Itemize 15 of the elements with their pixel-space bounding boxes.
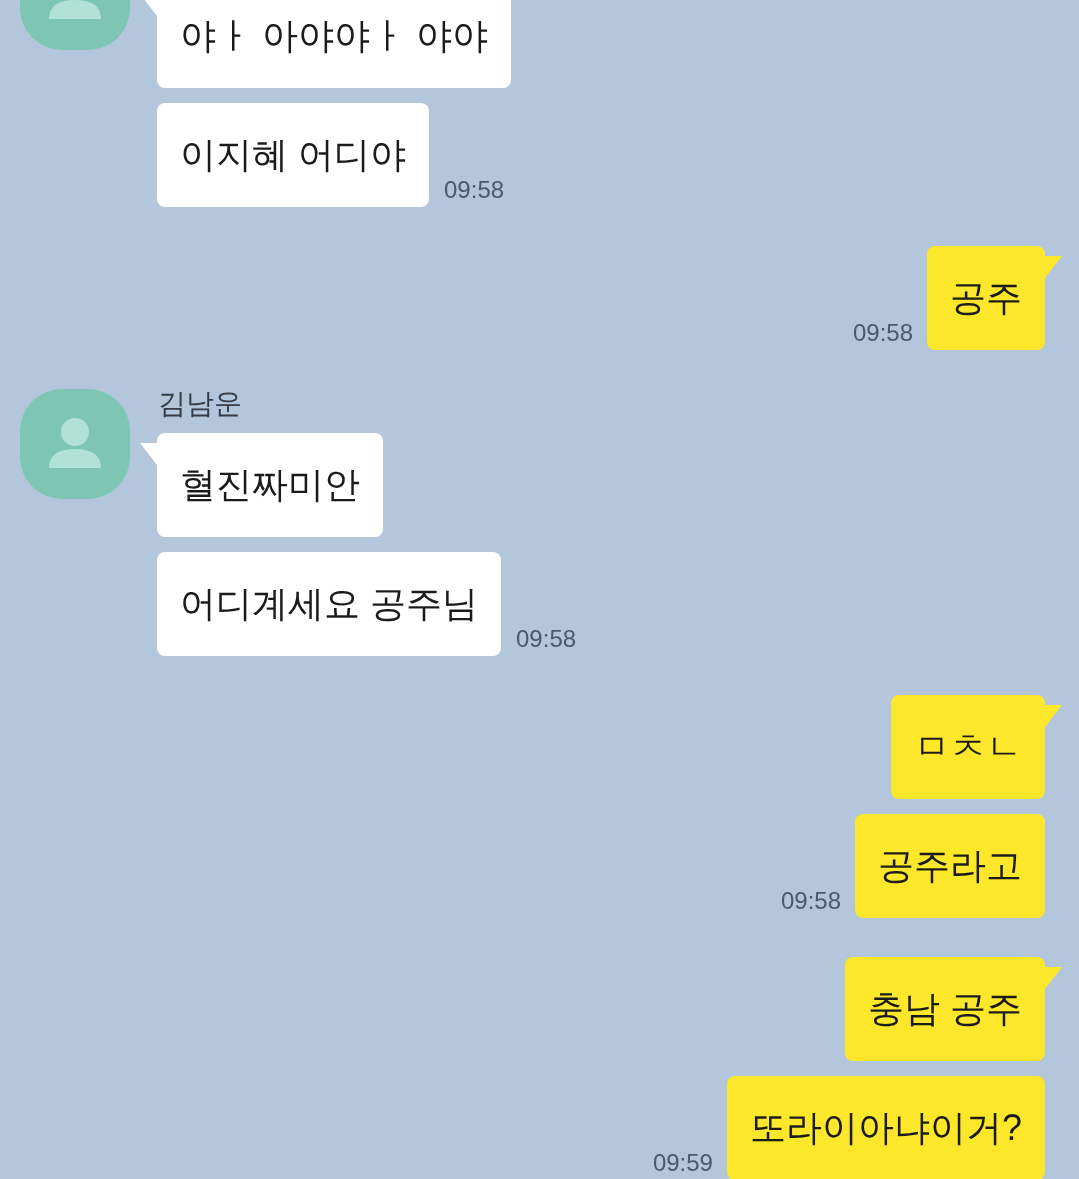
message-bubble: 어디계세요 공주님 <box>157 552 501 656</box>
avatar-icon[interactable] <box>20 389 130 499</box>
message-bubble: 공주라고 <box>855 814 1045 918</box>
message-time: 09:58 <box>444 178 505 202</box>
message-time: 09:58 <box>780 889 841 913</box>
message-time: 09:58 <box>852 321 913 345</box>
message-time: 09:59 <box>652 1151 713 1175</box>
bubble-tail-icon <box>140 443 157 465</box>
message-bubble: 또라이아냐이거? <box>726 1076 1045 1179</box>
bubble-tail-icon <box>1045 705 1062 727</box>
bubble-tail-icon <box>1045 967 1062 989</box>
message-bubble: 이지혜 어디야 <box>157 103 429 207</box>
bubble-tail-icon <box>1045 256 1062 278</box>
sender-name: 김남운 <box>158 389 242 418</box>
message-time: 09:58 <box>516 627 577 651</box>
